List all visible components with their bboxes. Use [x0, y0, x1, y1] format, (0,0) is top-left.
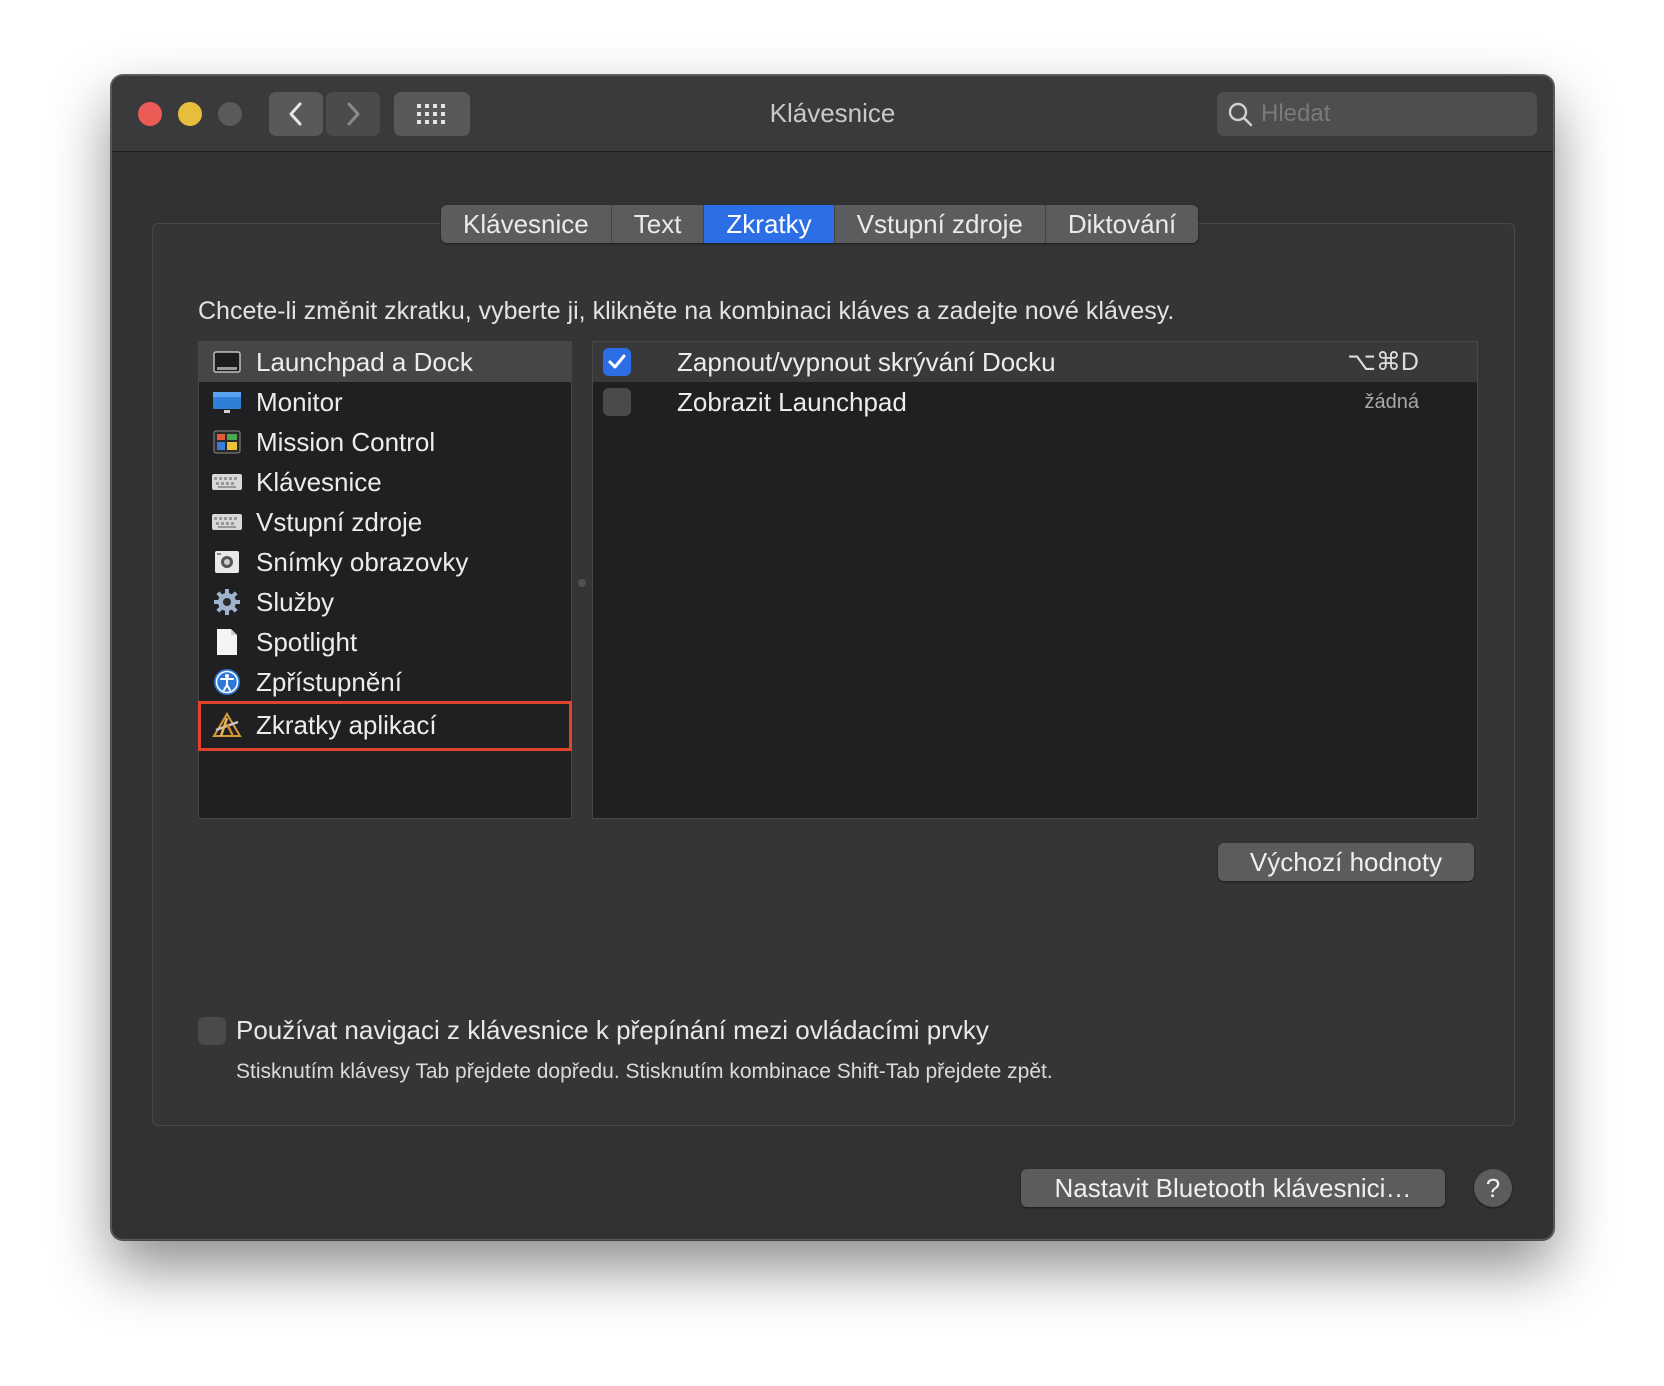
shortcut-keys[interactable]: ⌥⌘D: [1347, 347, 1419, 377]
search-icon: [1228, 102, 1253, 127]
restore-defaults-button[interactable]: Výchozí hodnoty: [1218, 843, 1474, 881]
tab-shortcuts[interactable]: Zkratky: [704, 205, 835, 243]
highlight-box: [198, 701, 572, 751]
shortcut-label: Zapnout/vypnout skrývání Docku: [677, 346, 1056, 377]
screenshot-icon: [212, 547, 242, 577]
category-item-accessibility[interactable]: Zpřístupnění: [199, 662, 571, 702]
input-sources-icon: [212, 507, 242, 537]
keyboard-icon: [212, 467, 242, 497]
keyboard-navigation-label: Používat navigaci z klávesnice k přepíná…: [236, 1015, 989, 1045]
tab-input-sources[interactable]: Vstupní zdroje: [835, 205, 1046, 243]
category-label: Zpřístupnění: [256, 666, 402, 697]
checkmark-icon: [608, 354, 626, 369]
category-label: Spotlight: [256, 626, 358, 657]
category-label: Klávesnice: [256, 466, 382, 497]
category-label: Launchpad a Dock: [256, 346, 473, 377]
help-button[interactable]: ?: [1474, 1169, 1512, 1207]
category-item-screenshots[interactable]: Snímky obrazovky: [199, 542, 571, 582]
shortcut-row[interactable]: Zapnout/vypnout skrývání Docku ⌥⌘D: [593, 342, 1477, 382]
keyboard-navigation-checkbox[interactable]: [198, 1017, 226, 1045]
mission-control-icon: [212, 427, 242, 457]
shortcut-row[interactable]: Zobrazit Launchpad žádná: [593, 382, 1477, 422]
launchpad-dock-icon: [212, 347, 242, 377]
category-item-spotlight[interactable]: Spotlight: [199, 622, 571, 662]
category-label: Mission Control: [256, 426, 436, 457]
search-field[interactable]: [1217, 92, 1537, 136]
keyboard-navigation-hint: Stisknutím klávesy Tab přejdete dopředu.…: [236, 1060, 1053, 1083]
tab-bar: Klávesnice Text Zkratky Vstupní zdroje D…: [441, 205, 1199, 243]
category-item-services[interactable]: Služby: [199, 582, 571, 622]
category-item-monitor[interactable]: Monitor: [199, 382, 571, 422]
shortcut-list: Zapnout/vypnout skrývání Docku ⌥⌘D Zobra…: [592, 341, 1478, 819]
category-item-input-sources[interactable]: Vstupní zdroje: [199, 502, 571, 542]
tab-dictation[interactable]: Diktování: [1046, 205, 1198, 243]
category-label: Snímky obrazovky: [256, 546, 469, 577]
shortcut-checkbox[interactable]: [603, 348, 631, 376]
gear-icon: [212, 587, 242, 617]
category-item-mission-control[interactable]: Mission Control: [199, 422, 571, 462]
tab-text[interactable]: Text: [612, 205, 705, 243]
category-item-keyboard[interactable]: Klávesnice: [199, 462, 571, 502]
shortcut-label: Zobrazit Launchpad: [677, 386, 907, 417]
title-bar: Klávesnice: [112, 76, 1553, 152]
shortcut-keys[interactable]: žádná: [1365, 391, 1420, 414]
category-item-launchpad-dock[interactable]: Launchpad a Dock: [199, 342, 571, 382]
category-label: Služby: [256, 586, 335, 617]
setup-bluetooth-keyboard-button[interactable]: Nastavit Bluetooth klávesnici…: [1021, 1169, 1445, 1207]
accessibility-icon: [212, 667, 242, 697]
instruction-text: Chcete-li změnit zkratku, vyberte ji, kl…: [198, 297, 1175, 325]
document-icon: [212, 627, 242, 657]
keyboard-preferences-window: Klávesnice Klávesnice Text Zkratky Vstup…: [111, 75, 1554, 1240]
search-input[interactable]: [1261, 100, 1521, 128]
tab-keyboard[interactable]: Klávesnice: [441, 205, 612, 243]
category-label: Vstupní zdroje: [256, 506, 423, 537]
shortcut-checkbox[interactable]: [603, 388, 631, 416]
monitor-icon: [212, 387, 242, 417]
category-label: Monitor: [256, 386, 343, 417]
split-view-divider[interactable]: [578, 579, 586, 587]
